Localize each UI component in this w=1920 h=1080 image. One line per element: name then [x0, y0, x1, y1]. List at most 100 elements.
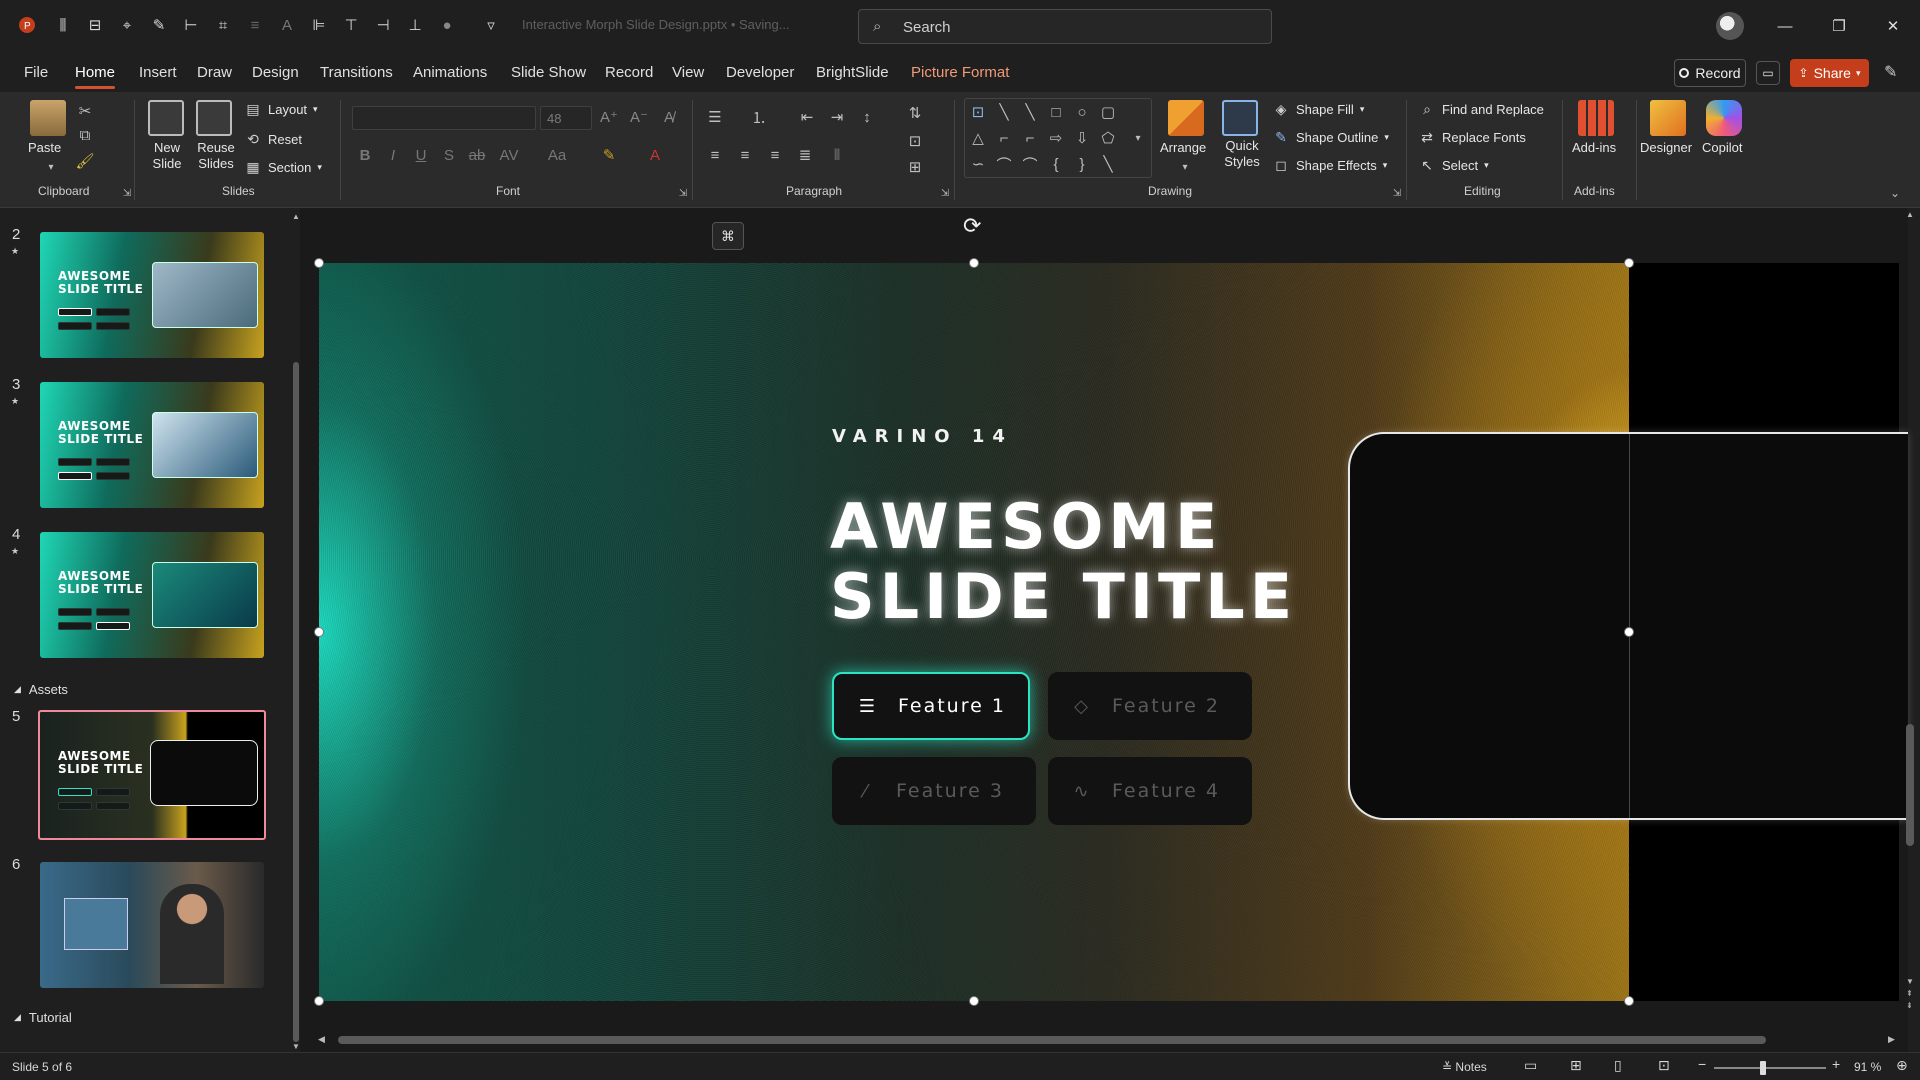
dialog-launcher-icon[interactable]: ⇲	[934, 182, 956, 204]
triangle-shape-icon[interactable]: △	[967, 127, 989, 149]
arrow-down-shape-icon[interactable]: ⇩	[1071, 127, 1093, 149]
connector-shape-icon[interactable]: ⌐	[993, 127, 1015, 149]
reset-button[interactable]: ⟲ Reset	[244, 130, 302, 148]
highlight-icon[interactable]: ✎	[598, 144, 620, 166]
shape-icon[interactable]: ●	[436, 14, 458, 36]
designer-suggestion-icon[interactable]: ⌘	[712, 222, 744, 250]
slide-show-icon[interactable]: ⊡	[1658, 1057, 1670, 1074]
zoom-in-icon[interactable]: +	[1832, 1056, 1840, 1072]
scroll-up-icon[interactable]: ▲	[1906, 210, 1914, 219]
copilot-icon[interactable]	[1706, 100, 1742, 136]
section-header-tutorial[interactable]: ◢ Tutorial	[14, 1010, 72, 1025]
restore-icon[interactable]: ❐	[1816, 10, 1862, 42]
tab-insert[interactable]: Insert	[139, 64, 177, 81]
scroll-up-icon[interactable]: ▲	[292, 212, 300, 221]
text-direction-icon[interactable]: ⇅	[904, 102, 926, 124]
thumbnail-scroll-thumb[interactable]	[293, 362, 299, 1042]
paste-button[interactable]: Paste	[28, 140, 61, 155]
edit-points-icon[interactable]: ✎	[148, 14, 170, 36]
normal-view-icon[interactable]: ▭	[1524, 1057, 1537, 1074]
justify-icon[interactable]: ≣	[794, 144, 816, 166]
reuse-slides-button[interactable]: Reuse Slides	[196, 140, 236, 172]
align-left-icon[interactable]: ⊫	[308, 14, 330, 36]
section-button[interactable]: ▦ Section ▾	[244, 158, 322, 176]
freeform-shape-icon[interactable]: ⬠	[1097, 127, 1119, 149]
curve-shape-icon[interactable]: ⌒	[1019, 153, 1041, 175]
font-size-select[interactable]: 48	[540, 106, 592, 130]
fit-to-window-icon[interactable]: ⊕	[1896, 1057, 1908, 1074]
smartart-icon[interactable]: ⊞	[904, 156, 926, 178]
align-right-icon[interactable]: ⊣	[372, 14, 394, 36]
notes-button[interactable]: ≚ Notes	[1442, 1060, 1487, 1074]
rotate-handle-icon[interactable]: ⟳	[963, 213, 981, 239]
quick-styles-icon[interactable]	[1222, 100, 1258, 136]
shapes-gallery[interactable]: ⊡ ╲ ╲ □ ○ ▢ △ ⌐ ⌐ ⇨ ⇩ ⬠ ∽ ⌒ ⌒ { } ╲ ▾	[964, 98, 1152, 178]
customize-qat-icon[interactable]: ▿	[480, 14, 502, 36]
share-button[interactable]: ⇪ Share ▾	[1790, 59, 1869, 87]
scroll-left-icon[interactable]: ◀	[318, 1034, 325, 1045]
slide-sorter-icon[interactable]: ⊞	[1570, 1057, 1582, 1074]
tab-file[interactable]: File	[24, 64, 48, 81]
arrange-button[interactable]: Arrange	[1160, 140, 1206, 155]
rectangle-shape-icon[interactable]: □	[1045, 101, 1067, 123]
character-spacing-icon[interactable]: AV	[498, 144, 520, 166]
slide-title-line-2[interactable]: SLIDE TITLE	[830, 566, 1297, 628]
tab-animations[interactable]: Animations	[413, 64, 487, 81]
align-top-icon[interactable]: ⊤	[340, 14, 362, 36]
format-painter-icon[interactable]: 🖌	[74, 150, 96, 172]
designer-button[interactable]: Designer	[1640, 140, 1692, 155]
scroll-down-icon[interactable]: ▼	[292, 1042, 300, 1051]
increase-font-icon[interactable]: A⁺	[598, 106, 620, 128]
align-icon[interactable]: ⫼	[52, 14, 74, 36]
replace-fonts-button[interactable]: ⇄ Replace Fonts	[1418, 128, 1526, 146]
comments-icon[interactable]: ▭	[1756, 61, 1780, 85]
designer-icon[interactable]	[1650, 100, 1686, 136]
merge-shapes-icon[interactable]: ⌖	[116, 14, 138, 36]
tab-slide-show[interactable]: Slide Show	[511, 64, 586, 81]
tab-brightslide[interactable]: BrightSlide	[816, 64, 889, 81]
tab-draw[interactable]: Draw	[197, 64, 232, 81]
collapse-ribbon-icon[interactable]: ⌄	[1884, 182, 1906, 204]
brace-left-shape-icon[interactable]: {	[1045, 153, 1067, 175]
bold-icon[interactable]: B	[354, 144, 376, 166]
close-icon[interactable]: ✕	[1870, 10, 1916, 42]
arrange-icon[interactable]	[1168, 100, 1204, 136]
resize-handle[interactable]	[969, 996, 979, 1006]
dialog-launcher-icon[interactable]: ⇲	[1386, 182, 1408, 204]
center-text-icon[interactable]: ≡	[734, 144, 756, 166]
slide-subtitle[interactable]: VARINO 14	[832, 426, 1013, 447]
tab-view[interactable]: View	[672, 64, 704, 81]
distribute-icon[interactable]: ⊟	[84, 14, 106, 36]
strikethrough-icon[interactable]: ab	[466, 144, 488, 166]
slide-thumbnail[interactable]: AWESOME SLIDE TITLE	[40, 382, 264, 508]
increase-indent-icon[interactable]: ⇥	[826, 106, 848, 128]
tab-home[interactable]: Home	[75, 64, 116, 89]
line-shape-icon[interactable]: ╲	[993, 101, 1015, 123]
font-color-icon[interactable]: A	[644, 144, 666, 166]
new-slide-icon[interactable]	[148, 100, 184, 136]
shape-outline-button[interactable]: ✎ Shape Outline ▾	[1272, 128, 1389, 146]
arrow-right-shape-icon[interactable]: ⇨	[1045, 127, 1067, 149]
quick-styles-button[interactable]: Quick Styles	[1222, 138, 1262, 170]
slide-thumbnail[interactable]: AWESOME SLIDE TITLE	[40, 532, 264, 658]
copilot-button[interactable]: Copilot	[1702, 140, 1742, 155]
copy-icon[interactable]: ⧉	[74, 124, 96, 146]
vertical-scroll-thumb[interactable]	[1906, 724, 1914, 846]
align-text-right-icon[interactable]: ≡	[764, 144, 786, 166]
section-header-assets[interactable]: ◢ Assets	[14, 682, 68, 697]
rounded-rect-shape-icon[interactable]: ▢	[1097, 101, 1119, 123]
resize-handle[interactable]	[314, 627, 324, 637]
page-navigation-icon[interactable]: ▼ ⇞ ⇟	[1906, 976, 1914, 1012]
feature-2-button[interactable]: ◇ Feature 2	[1048, 672, 1252, 740]
slide-title-line-1[interactable]: AWESOME	[830, 496, 1222, 558]
resize-handle[interactable]	[1624, 996, 1634, 1006]
record-button[interactable]: Record	[1674, 59, 1746, 87]
thumbnail-scrollbar[interactable]: ▲ ▼	[292, 212, 300, 1052]
font-family-select[interactable]	[352, 106, 536, 130]
resize-handle[interactable]	[1624, 627, 1634, 637]
align-text-left-icon[interactable]: ≡	[704, 144, 726, 166]
crop-icon[interactable]: ⌗	[212, 14, 234, 36]
resize-handle[interactable]	[314, 996, 324, 1006]
search-input[interactable]	[903, 17, 1243, 37]
paste-icon[interactable]	[30, 100, 66, 136]
